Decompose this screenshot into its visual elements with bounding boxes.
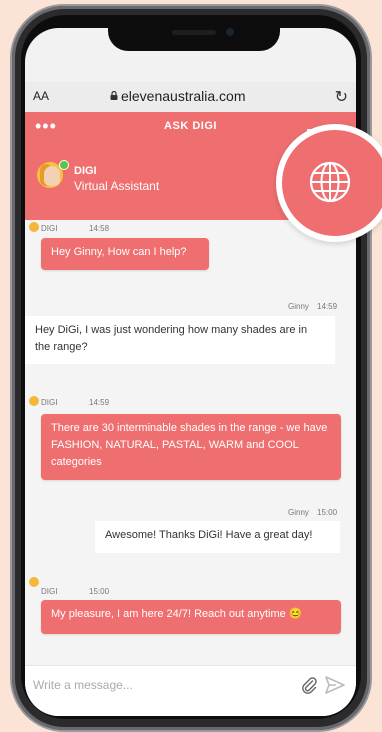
phone-notch xyxy=(108,20,280,51)
message-time: 15:00 xyxy=(317,508,338,517)
message-composer: Write a message... xyxy=(25,665,356,716)
language-button[interactable] xyxy=(276,124,382,242)
bot-avatar-small xyxy=(29,222,39,232)
speaker-grille xyxy=(172,30,216,35)
text-size-button[interactable]: AA xyxy=(33,89,49,103)
message-input[interactable]: Write a message... xyxy=(33,678,283,692)
lock-icon xyxy=(110,91,118,100)
chat-messages[interactable]: DIGI 14:58 Hey Ginny, How can I help? Gi… xyxy=(25,220,356,665)
message-time: 14:59 xyxy=(89,398,110,407)
bot-name: DIGI xyxy=(74,165,97,177)
bot-role: Virtual Assistant xyxy=(74,179,160,193)
message-time: 15:00 xyxy=(89,587,110,596)
message-time: 14:59 xyxy=(317,302,338,311)
browser-address-bar[interactable]: AA elevenaustralia.com ↻ xyxy=(25,82,356,113)
message-sender: Ginny xyxy=(288,508,309,517)
user-message: Hey DiGi, I was just wondering how many … xyxy=(25,316,335,364)
message-time: 14:58 xyxy=(89,224,110,233)
bot-message: Hey Ginny, How can I help? xyxy=(41,238,209,270)
reload-icon[interactable]: ↻ xyxy=(335,87,348,107)
bot-avatar-small xyxy=(29,396,39,406)
user-message: Awesome! Thanks DiGi! Have a great day! xyxy=(95,521,340,553)
message-sender: DIGI xyxy=(41,587,58,596)
front-camera xyxy=(226,28,234,36)
url-text[interactable]: elevenaustralia.com xyxy=(121,88,246,104)
message-sender: Ginny xyxy=(288,302,309,311)
bot-avatar-small xyxy=(29,577,39,587)
bot-message: There are 30 interminable shades in the … xyxy=(41,414,341,480)
online-status-icon xyxy=(59,160,69,170)
message-sender: DIGI xyxy=(41,224,58,233)
bot-message: My pleasure, I am here 24/7! Reach out a… xyxy=(41,600,341,634)
globe-icon xyxy=(309,161,351,203)
paperclip-icon[interactable] xyxy=(300,676,318,694)
send-icon[interactable] xyxy=(325,676,345,694)
message-sender: DIGI xyxy=(41,398,58,407)
